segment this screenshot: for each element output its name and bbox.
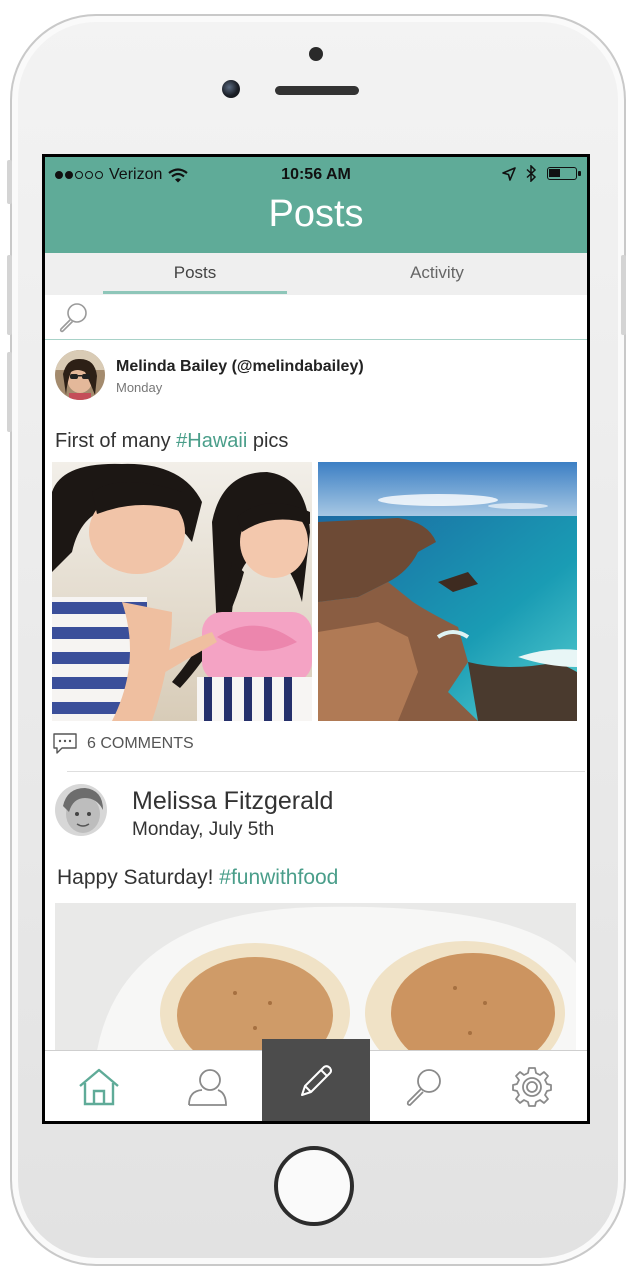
post-date: Monday [116,380,163,395]
girls-on-beach-photo[interactable] [52,462,312,721]
comments-link[interactable]: 6 COMMENTS [53,733,194,755]
tab-home[interactable] [45,1051,153,1121]
proximity-sensor [309,47,323,61]
caption-text: Happy Saturday! [57,866,220,889]
hawaii-coastline-photo[interactable] [318,462,577,721]
post-caption: First of many #Hawaii pics [55,430,288,453]
comment-icon [53,733,77,754]
tab-compose[interactable] [262,1039,370,1121]
home-icon [79,1068,119,1105]
tab-posts[interactable]: Posts [103,253,287,295]
bottom-tab-bar [45,1039,587,1121]
bluetooth-icon [526,165,537,182]
avatar[interactable] [55,784,107,836]
caption-suffix: pics [247,430,289,452]
gear-icon [512,1066,552,1107]
home-button[interactable] [274,1146,354,1226]
active-tab-indicator [103,291,287,294]
earpiece-speaker [275,86,359,95]
mute-switch [7,160,12,204]
app-header: Verizon 10:56 AM Posts [45,157,587,253]
tab-settings[interactable] [478,1051,586,1121]
search-icon[interactable] [57,300,91,334]
search-bar[interactable] [45,295,587,340]
post-photos [52,462,577,721]
comment-count[interactable]: 6 COMMENTS [87,735,194,753]
post-divider [67,771,585,772]
hashtag-link[interactable]: #funwithfood [219,866,338,889]
search-icon [406,1068,441,1106]
tab-profile[interactable] [153,1051,261,1121]
post-author[interactable]: Melissa Fitzgerald [132,787,333,816]
avatar[interactable] [55,350,105,400]
volume-up-button [7,255,12,335]
power-button [621,255,626,335]
app-screen: Verizon 10:56 AM Posts Posts Activity Me… [45,157,587,1121]
tab-search[interactable] [370,1051,478,1121]
page-title: Posts [268,193,364,235]
profile-icon [188,1068,227,1106]
status-bar: Verizon 10:56 AM [45,157,587,193]
volume-down-button [7,352,12,432]
caption-text: First of many [55,430,177,452]
post-date: Monday, July 5th [132,819,275,840]
hashtag-link[interactable]: #Hawaii [176,430,247,452]
pencil-icon [301,1064,332,1096]
tab-activity[interactable]: Activity [345,253,529,295]
segmented-tabs: Posts Activity [45,253,587,295]
screen: Verizon 10:56 AM Posts Posts Activity Me… [42,154,590,1124]
post-caption: Happy Saturday! #funwithfood [57,866,338,890]
battery-icon [547,167,581,180]
front-camera [222,80,240,98]
location-arrow-icon [502,166,516,181]
post-author[interactable]: Melinda Bailey (@melindabailey) [116,358,364,376]
status-right [502,165,581,182]
